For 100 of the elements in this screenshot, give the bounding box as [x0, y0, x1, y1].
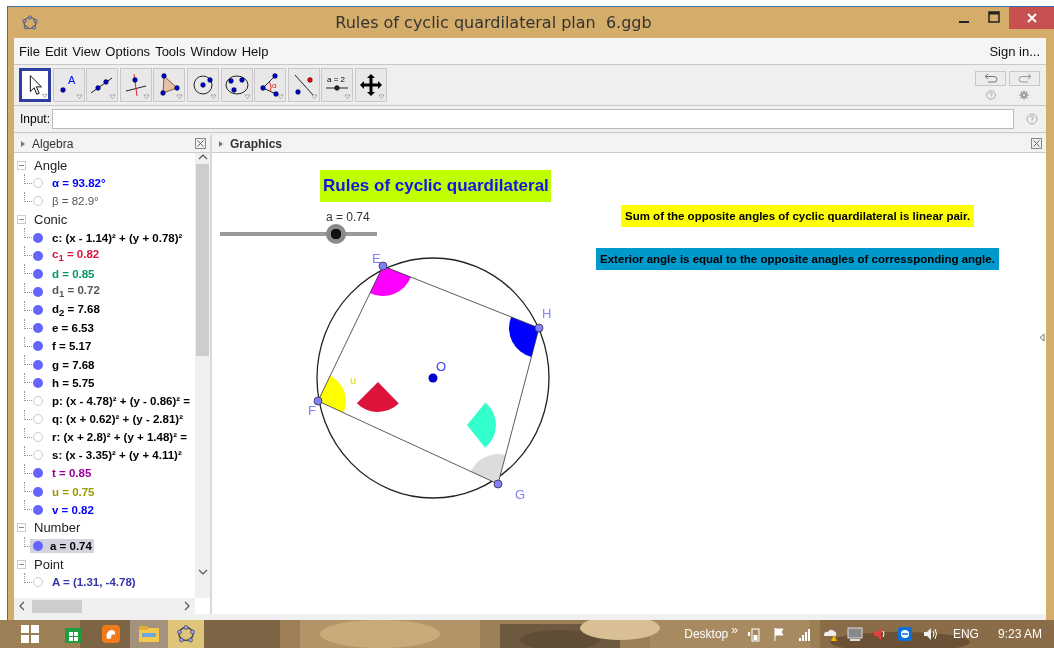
algebra-entry[interactable]: d = 0.85 [50, 266, 97, 281]
algebra-entry[interactable]: s: (x - 3.35)² + (y + 4.11)² [50, 448, 184, 463]
point-label: E [372, 251, 381, 266]
expand-triangle-icon[interactable] [217, 139, 225, 148]
expand-triangle-icon[interactable] [19, 139, 27, 148]
algebra-entry[interactable]: β = 82.9° [50, 194, 101, 209]
menu-item[interactable]: View [72, 43, 101, 59]
volume-icon[interactable] [921, 626, 938, 642]
speaker-icon[interactable] [871, 626, 888, 642]
close-button[interactable] [1009, 7, 1054, 29]
visibility-toggle[interactable] [33, 341, 43, 352]
windows-logo-icon [21, 625, 39, 643]
visibility-toggle[interactable] [33, 268, 43, 279]
visibility-toggle[interactable] [33, 305, 43, 316]
visibility-toggle[interactable] [33, 377, 43, 388]
algebra-entry[interactable]: α = 93.82° [50, 176, 108, 191]
menu-item[interactable]: Edit [44, 43, 68, 59]
algebra-entry[interactable]: a = 0.74 [30, 539, 94, 553]
algebra-entry[interactable]: v = 0.82 [50, 502, 96, 517]
angle-sector [356, 382, 399, 412]
note-label: Exterior angle is equal to the opposite anagles of corressponding angle. [596, 248, 999, 270]
signal-icon[interactable] [796, 626, 813, 642]
clock[interactable]: 9:23 AM [997, 627, 1042, 641]
taskbar-app[interactable] [168, 620, 204, 648]
collapse-arrow-icon[interactable] [1039, 333, 1045, 342]
algebra-entry[interactable]: e = 6.53 [50, 321, 96, 336]
visibility-toggle[interactable] [33, 414, 43, 425]
battery-icon[interactable] [746, 626, 763, 642]
visibility-toggle[interactable] [33, 504, 43, 515]
algebra-entry[interactable]: A = (1.31, -4.78) [50, 575, 138, 590]
visibility-toggle[interactable] [33, 395, 43, 406]
angle-sector [470, 454, 506, 484]
scroll-left-icon[interactable] [18, 601, 26, 611]
menu-item[interactable]: Options [105, 43, 151, 59]
close-icon[interactable] [1031, 138, 1042, 149]
redo-icon [1017, 73, 1032, 83]
collapse-toggle[interactable] [17, 215, 26, 224]
language-indicator[interactable]: ENG [952, 627, 979, 641]
menu-item[interactable]: Tools [155, 43, 186, 59]
panel-title: Algebra [32, 136, 74, 151]
visibility-toggle[interactable] [33, 323, 43, 334]
menu-item[interactable]: Help [241, 43, 269, 59]
algebra-entry[interactable]: d$_{2}$ = 7.68 [50, 301, 102, 319]
visibility-toggle[interactable] [33, 450, 43, 461]
angle-sector [318, 375, 346, 413]
algebra-entry[interactable]: d$_{1}$ = 0.72 [50, 283, 102, 301]
folder-icon [138, 625, 160, 643]
scrollbar-thumb[interactable] [32, 599, 82, 613]
visibility-toggle[interactable] [33, 250, 43, 261]
tool-button[interactable] [19, 68, 51, 102]
visibility-toggle[interactable] [33, 432, 43, 443]
minimize-icon [959, 21, 969, 23]
algebra-entry[interactable]: t = 0.85 [50, 466, 94, 481]
settings-icon[interactable] [1018, 89, 1029, 100]
point[interactable] [378, 261, 388, 271]
close-icon [1026, 12, 1038, 24]
collapse-toggle[interactable] [17, 523, 26, 533]
visibility-toggle[interactable] [33, 178, 43, 189]
visibility-toggle[interactable] [33, 287, 43, 298]
algebra-entry[interactable]: r: (x + 2.8)² + (y + 1.48)² = [50, 430, 189, 445]
visibility-toggle[interactable] [33, 486, 43, 497]
center-point[interactable] [428, 373, 438, 383]
algebra-entry[interactable]: p: (x - 4.78)² + (y - 0.86)² = [50, 393, 193, 408]
algebra-entry[interactable]: h = 5.75 [50, 375, 97, 390]
visibility-toggle[interactable] [33, 468, 43, 479]
collapse-toggle[interactable] [17, 160, 26, 170]
sign-in-link[interactable]: Sign in... [989, 43, 1040, 59]
app-logo-icon [177, 625, 195, 643]
squirrel-app-icon [101, 624, 121, 644]
point[interactable] [493, 479, 503, 489]
scroll-down-icon[interactable] [197, 568, 208, 576]
visibility-toggle[interactable] [33, 196, 43, 207]
point[interactable] [534, 323, 544, 333]
scroll-up-icon[interactable] [197, 153, 208, 161]
point[interactable] [313, 396, 323, 406]
algebra-entry[interactable]: g = 7.68 [50, 357, 97, 372]
menu-item[interactable]: File [19, 43, 40, 59]
group-label: Point [34, 556, 64, 572]
algebra-entry[interactable]: c$_{1}$ = 0.82 [50, 247, 102, 265]
visibility-toggle[interactable] [33, 359, 43, 370]
group-label: Conic [34, 212, 68, 227]
note-label: Sum of the opposite angles of cyclic quardilateral is linear pair. [621, 205, 975, 227]
scroll-right-icon[interactable] [183, 601, 191, 611]
minus-icon [18, 216, 25, 223]
collapse-toggle[interactable] [17, 559, 26, 569]
menu-item[interactable]: Window [190, 43, 237, 59]
visibility-toggle[interactable] [33, 232, 43, 243]
redo-button[interactable] [1009, 70, 1040, 86]
undo-button[interactable] [975, 70, 1006, 86]
scrollbar-thumb[interactable] [196, 164, 209, 356]
panel-title: Graphics [230, 136, 283, 151]
monitor-icon[interactable] [846, 626, 863, 642]
algebra-entry[interactable]: f = 5.17 [50, 339, 94, 354]
slider-thumb[interactable] [326, 224, 347, 244]
input-label: Input: [20, 112, 51, 126]
visibility-toggle[interactable] [33, 577, 43, 588]
input-field[interactable] [52, 109, 1014, 129]
algebra-entry[interactable]: q: (x + 0.62)² + (y - 2.81)² [50, 412, 185, 427]
close-icon[interactable] [195, 138, 206, 149]
algebra-entry[interactable]: c: (x - 1.14)² + (y + 0.78)² [50, 230, 185, 245]
